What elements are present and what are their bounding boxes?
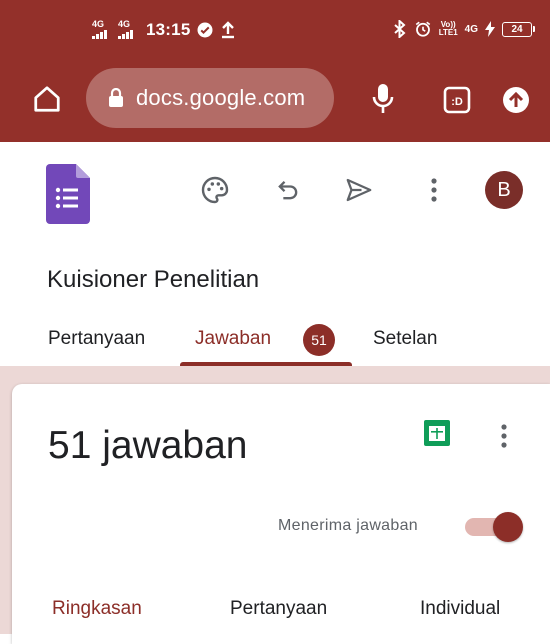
send-icon[interactable] [341,172,377,208]
status-left: 4G 4G 13:15 [92,20,236,40]
subtab-pertanyaan[interactable]: Pertanyaan [230,598,327,620]
tab-pertanyaan[interactable]: Pertanyaan [48,328,145,350]
tab-setelan[interactable]: Setelan [373,328,437,350]
url-text: docs.google.com [136,85,306,110]
forms-header: B [0,142,550,246]
forms-logo-icon[interactable] [46,164,90,229]
clock: 13:15 [146,20,191,39]
battery-icon: 24 [502,21,535,37]
palette-icon[interactable] [197,172,233,208]
status-right: Vo)) LTE1 4G 24 [393,20,535,38]
accepting-responses-toggle[interactable] [465,512,523,542]
signal-icon: 4G [118,20,138,40]
accepting-responses-label: Menerima jawaban [278,517,418,534]
status-bar: 4G 4G 13:15 Vo)) LTE1 4G 24 [0,0,550,60]
responses-card: 51 jawaban Menerima jawaban Ringkasan Pe… [12,384,550,644]
tab-switcher-icon[interactable]: :D [440,84,474,116]
mic-icon[interactable] [366,80,400,118]
lock-icon [109,88,123,107]
network-type-1: 4G [92,19,105,29]
address-bar[interactable]: docs.google.com [86,68,334,128]
undo-icon[interactable] [270,172,306,208]
subtab-individual[interactable]: Individual [420,598,500,620]
subtab-ringkasan[interactable]: Ringkasan [52,598,142,620]
avatar[interactable]: B [485,171,523,209]
avatar-letter: B [497,178,511,201]
response-count-badge: 51 [303,324,335,356]
home-icon[interactable] [30,82,64,116]
bluetooth-icon [394,20,406,38]
more-vert-icon[interactable] [416,172,452,208]
network-type-right: 4G [464,23,478,35]
sheets-icon[interactable] [424,420,450,451]
alarm-icon [415,21,430,37]
form-tabs: Pertanyaan Jawaban 51 Setelan [0,318,550,366]
upload-arrow-icon [222,21,235,39]
upload-icon[interactable] [498,82,534,118]
svg-text::D: :D [451,96,463,108]
tab-jawaban[interactable]: Jawaban [195,328,271,350]
more-vert-icon[interactable] [500,422,508,455]
signal-icon: 4G [92,20,112,40]
toggle-thumb [493,512,523,542]
form-title: Kuisioner Penelitian [47,266,260,293]
volte-indicator: Vo)) LTE1 [438,20,458,37]
check-circle-icon [197,22,213,38]
network-type-2: 4G [118,19,131,29]
response-count: 51 jawaban [48,424,248,467]
battery-level: 24 [511,23,523,35]
browser-toolbar: docs.google.com :D [0,60,550,142]
charging-icon [485,21,495,37]
